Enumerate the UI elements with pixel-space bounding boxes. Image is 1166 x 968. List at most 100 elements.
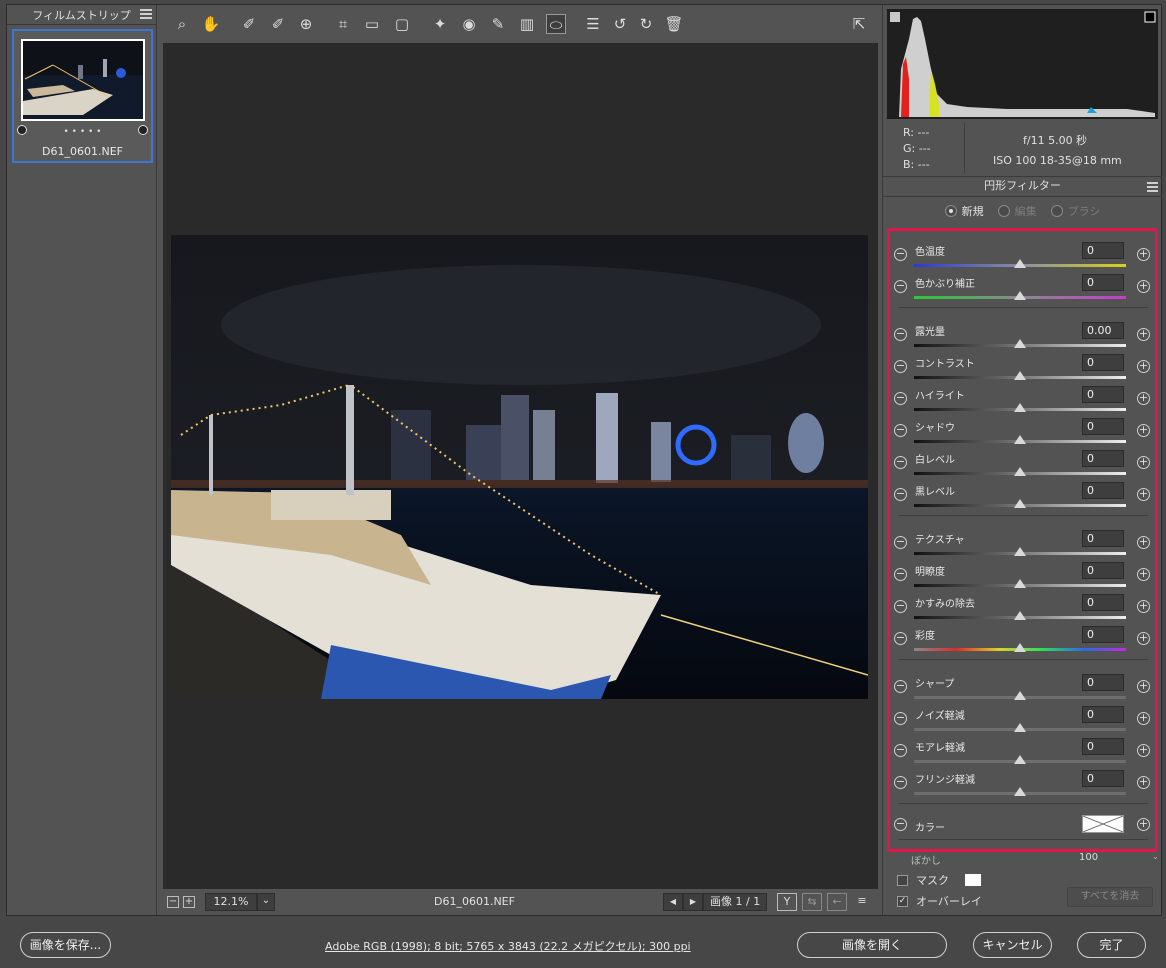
- increase-icon[interactable]: +: [1137, 536, 1150, 549]
- slider-thumb[interactable]: [1014, 291, 1026, 300]
- slider-value-input[interactable]: 0: [1082, 706, 1124, 723]
- mode-option-0[interactable]: 新規: [944, 203, 984, 219]
- decrease-icon[interactable]: −: [894, 488, 907, 501]
- slider-value-input[interactable]: 0: [1082, 242, 1124, 259]
- zoom-icon[interactable]: ⌕: [172, 14, 192, 34]
- decrease-icon[interactable]: −: [894, 712, 907, 725]
- clear-all-button[interactable]: すべてを消去: [1067, 887, 1153, 907]
- workflow-options-link[interactable]: Adobe RGB (1998); 8 bit; 5765 x 3843 (22…: [325, 938, 691, 954]
- mode-radio[interactable]: [997, 205, 1010, 217]
- increase-icon[interactable]: +: [1137, 818, 1150, 831]
- hand-icon[interactable]: ✋: [201, 14, 221, 34]
- increase-icon[interactable]: +: [1137, 632, 1150, 645]
- prev-image-button[interactable]: ◀: [663, 893, 683, 911]
- before-after-button[interactable]: Y: [777, 893, 797, 911]
- toggle-settings-icon[interactable]: ≡: [852, 893, 872, 911]
- rotate-right-icon[interactable]: ↻: [636, 14, 656, 34]
- decrease-icon[interactable]: −: [894, 456, 907, 469]
- slider-thumb[interactable]: [1014, 435, 1026, 444]
- increase-icon[interactable]: +: [1137, 248, 1150, 261]
- decrease-icon[interactable]: −: [894, 744, 907, 757]
- zoom-in-button[interactable]: +: [183, 896, 195, 908]
- slider-value-input[interactable]: 0: [1082, 530, 1124, 547]
- slider-value-input[interactable]: 0: [1082, 562, 1124, 579]
- slider-thumb[interactable]: [1014, 467, 1026, 476]
- slider-thumb[interactable]: [1014, 371, 1026, 380]
- presets-icon[interactable]: ☰: [583, 14, 603, 34]
- decrease-icon[interactable]: −: [894, 632, 907, 645]
- increase-icon[interactable]: +: [1137, 280, 1150, 293]
- decrease-icon[interactable]: −: [894, 392, 907, 405]
- brush-icon[interactable]: ✎: [488, 14, 508, 34]
- slider-value-input[interactable]: 0: [1082, 626, 1124, 643]
- increase-icon[interactable]: +: [1137, 488, 1150, 501]
- decrease-icon[interactable]: −: [894, 328, 907, 341]
- increase-icon[interactable]: +: [1137, 600, 1150, 613]
- slider-thumb[interactable]: [1014, 579, 1026, 588]
- transform-icon[interactable]: ▢: [392, 14, 412, 34]
- copy-settings-icon[interactable]: ←: [827, 893, 847, 911]
- color-swatch[interactable]: [1082, 815, 1124, 833]
- decrease-icon[interactable]: −: [894, 600, 907, 613]
- target-adjust-icon[interactable]: ⊕: [296, 14, 316, 34]
- mode-option-2[interactable]: ブラシ: [1050, 203, 1100, 219]
- overlay-checkbox[interactable]: ✓: [897, 895, 908, 907]
- slider-thumb[interactable]: [1014, 611, 1026, 620]
- preview-photo[interactable]: [171, 235, 868, 699]
- straighten-icon[interactable]: ▭: [362, 14, 382, 34]
- mode-option-1[interactable]: 編集: [997, 203, 1037, 219]
- slider-value-input[interactable]: 0: [1082, 770, 1124, 787]
- slider-thumb[interactable]: [1014, 723, 1026, 732]
- done-button[interactable]: 完了: [1077, 932, 1146, 958]
- image-canvas[interactable]: [163, 43, 878, 889]
- decrease-icon[interactable]: −: [894, 424, 907, 437]
- filmstrip-menu-icon[interactable]: [140, 9, 152, 19]
- increase-icon[interactable]: +: [1137, 776, 1150, 789]
- slider-value-input[interactable]: 0: [1082, 482, 1124, 499]
- slider-thumb[interactable]: [1014, 259, 1026, 268]
- decrease-icon[interactable]: −: [894, 568, 907, 581]
- increase-icon[interactable]: +: [1137, 568, 1150, 581]
- slider-value-input[interactable]: 0: [1082, 386, 1124, 403]
- zoom-level[interactable]: 12.1%: [205, 893, 257, 911]
- decrease-icon[interactable]: −: [894, 680, 907, 693]
- slider-value-input[interactable]: 0: [1082, 738, 1124, 755]
- increase-icon[interactable]: +: [1137, 712, 1150, 725]
- color-sampler-icon[interactable]: ✐: [268, 14, 288, 34]
- slider-value-input[interactable]: 0: [1082, 674, 1124, 691]
- rating-dots[interactable]: • • • • •: [14, 127, 151, 137]
- slider-value-input[interactable]: 0: [1082, 450, 1124, 467]
- slider-thumb[interactable]: [1014, 691, 1026, 700]
- slider-thumb[interactable]: [1014, 643, 1026, 652]
- increase-icon[interactable]: +: [1137, 360, 1150, 373]
- increase-icon[interactable]: +: [1137, 328, 1150, 341]
- scroll-down-icon[interactable]: ⌄: [1152, 852, 1159, 861]
- slider-thumb[interactable]: [1014, 787, 1026, 796]
- zoom-out-button[interactable]: −: [167, 896, 179, 908]
- increase-icon[interactable]: +: [1137, 744, 1150, 757]
- swap-settings-icon[interactable]: ⇆: [802, 893, 822, 911]
- decrease-icon[interactable]: −: [894, 248, 907, 261]
- slider-thumb[interactable]: [1014, 403, 1026, 412]
- slider-thumb[interactable]: [1014, 339, 1026, 348]
- redeye-icon[interactable]: ◉: [459, 14, 479, 34]
- open-image-button[interactable]: 画像を開く: [797, 932, 947, 958]
- slider-thumb[interactable]: [1014, 547, 1026, 556]
- zoom-dropdown-icon[interactable]: ⌄: [257, 893, 275, 911]
- decrease-icon[interactable]: −: [894, 536, 907, 549]
- feather-value[interactable]: 100: [1079, 852, 1098, 863]
- decrease-icon[interactable]: −: [894, 776, 907, 789]
- next-image-button[interactable]: ▶: [683, 893, 703, 911]
- radial-filter-icon[interactable]: ⬭: [546, 14, 566, 34]
- rotate-left-icon[interactable]: ↺: [610, 14, 630, 34]
- increase-icon[interactable]: +: [1137, 424, 1150, 437]
- slider-value-input[interactable]: 0: [1082, 354, 1124, 371]
- mask-checkbox[interactable]: [897, 874, 908, 886]
- increase-icon[interactable]: +: [1137, 392, 1150, 405]
- graduated-filter-icon[interactable]: ▥: [517, 14, 537, 34]
- decrease-icon[interactable]: −: [894, 280, 907, 293]
- slider-thumb[interactable]: [1014, 755, 1026, 764]
- export-icon[interactable]: ⇱: [849, 14, 869, 34]
- mode-radio[interactable]: [1050, 205, 1063, 217]
- increase-icon[interactable]: +: [1137, 456, 1150, 469]
